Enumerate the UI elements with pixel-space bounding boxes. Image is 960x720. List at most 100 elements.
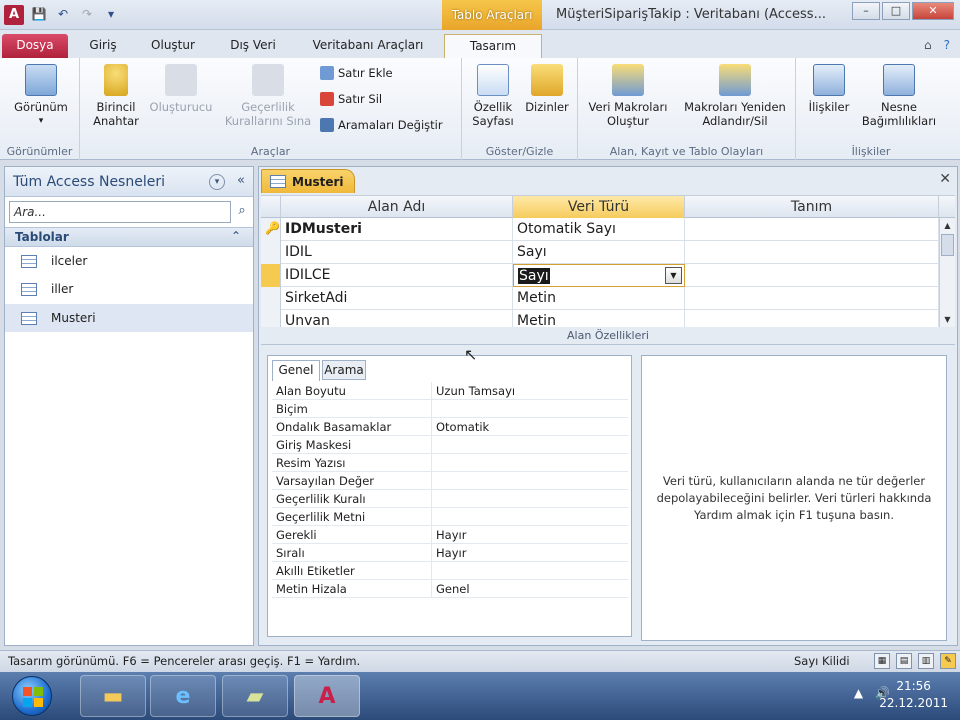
tab-database-tools[interactable]: Veritabanı Araçları bbox=[300, 34, 436, 58]
data-type-cell[interactable]: Sayı bbox=[513, 241, 685, 264]
rename-delete-macro-button[interactable]: Makroları Yeniden Adlandır/Sil bbox=[676, 64, 794, 128]
nav-menu-chevron-icon[interactable]: ▾ bbox=[209, 174, 225, 190]
description-cell[interactable] bbox=[685, 218, 939, 241]
property-value[interactable]: Otomatik bbox=[432, 418, 628, 435]
customize-icon[interactable]: ▾ bbox=[102, 5, 120, 23]
tab-design[interactable]: Tasarım bbox=[444, 34, 542, 58]
property-row[interactable]: Resim Yazısı bbox=[272, 454, 628, 472]
help-icon[interactable]: ? bbox=[944, 38, 950, 52]
tab-file[interactable]: Dosya bbox=[2, 34, 68, 58]
description-cell[interactable] bbox=[685, 264, 939, 287]
property-value[interactable] bbox=[432, 436, 628, 453]
minimize-ribbon-icon[interactable]: ⌂ bbox=[924, 38, 932, 52]
property-row[interactable]: Varsayılan Değer bbox=[272, 472, 628, 490]
pivot-chart-view-icon[interactable]: ▥ bbox=[918, 653, 934, 669]
property-value[interactable]: Hayır bbox=[432, 544, 628, 561]
design-view-icon[interactable]: ✎ bbox=[940, 653, 956, 669]
field-name-cell[interactable]: IDMusteri bbox=[281, 218, 513, 241]
nav-title[interactable]: Tüm Access Nesneleri bbox=[13, 174, 165, 190]
table-row[interactable]: Unvan Metin bbox=[261, 310, 955, 327]
datasheet-view-icon[interactable]: ▦ bbox=[874, 653, 890, 669]
property-row[interactable]: Akıllı Etiketler bbox=[272, 562, 628, 580]
description-cell[interactable] bbox=[685, 310, 939, 327]
pivot-table-view-icon[interactable]: ▤ bbox=[896, 653, 912, 669]
app-taskbar-button[interactable]: ▰ bbox=[222, 675, 288, 717]
nav-group-tables[interactable]: Tablolar ⌃ bbox=[5, 227, 253, 247]
property-row[interactable]: Geçerlilik Kuralı bbox=[272, 490, 628, 508]
close-document-icon[interactable]: ✕ bbox=[939, 171, 951, 187]
property-value[interactable] bbox=[432, 472, 628, 489]
property-value[interactable] bbox=[432, 400, 628, 417]
relationships-button[interactable]: İlişkiler bbox=[802, 64, 856, 114]
nav-search-input[interactable]: Ara... bbox=[9, 201, 231, 223]
row-selector[interactable]: 🔑 bbox=[261, 218, 281, 241]
save-icon[interactable]: 💾 bbox=[30, 5, 48, 23]
col-header-description[interactable]: Tanım bbox=[685, 196, 939, 218]
scroll-up-icon[interactable]: ▲ bbox=[940, 218, 955, 234]
property-row[interactable]: Biçim bbox=[272, 400, 628, 418]
grid-scrollbar[interactable]: ▲ ▼ bbox=[939, 218, 955, 327]
row-selector-current[interactable] bbox=[261, 264, 281, 287]
property-row[interactable]: Sıralı Hayır bbox=[272, 544, 628, 562]
tab-create[interactable]: Oluştur bbox=[140, 34, 206, 58]
nav-item-iller[interactable]: iller bbox=[5, 275, 253, 303]
access-app-icon[interactable]: A bbox=[4, 5, 24, 25]
start-button[interactable] bbox=[12, 676, 52, 716]
field-name-cell[interactable]: IDIL bbox=[281, 241, 513, 264]
row-selector[interactable] bbox=[261, 241, 281, 264]
nav-item-ilceler[interactable]: ilceler bbox=[5, 247, 253, 275]
explorer-taskbar-button[interactable]: ▬ bbox=[80, 675, 146, 717]
col-header-field-name[interactable]: Alan Adı bbox=[281, 196, 513, 218]
data-type-cell[interactable]: Metin bbox=[513, 310, 685, 327]
field-name-cell[interactable]: Unvan bbox=[281, 310, 513, 327]
property-value[interactable]: Genel bbox=[432, 580, 628, 597]
search-icon[interactable]: ⌕ bbox=[233, 203, 251, 221]
minimize-button[interactable]: – bbox=[852, 2, 880, 20]
tab-lookup[interactable]: Arama bbox=[322, 360, 366, 380]
indexes-button[interactable]: Dizinler bbox=[520, 64, 574, 114]
maximize-button[interactable]: □ bbox=[882, 2, 910, 20]
builder-button[interactable]: Oluşturucu bbox=[146, 64, 216, 114]
show-hidden-icons-icon[interactable]: ▲ bbox=[854, 686, 863, 700]
field-name-cell[interactable]: SirketAdi bbox=[281, 287, 513, 310]
modify-lookups-button[interactable]: Aramaları Değiştir bbox=[320, 118, 443, 132]
property-row[interactable]: Metin Hizala Genel bbox=[272, 580, 628, 598]
data-type-cell[interactable]: Metin bbox=[513, 287, 685, 310]
col-header-data-type[interactable]: Veri Türü bbox=[513, 196, 685, 218]
property-row[interactable]: Giriş Maskesi bbox=[272, 436, 628, 454]
undo-icon[interactable]: ↶ bbox=[54, 5, 72, 23]
table-row[interactable]: IDIL Sayı bbox=[261, 241, 955, 264]
property-value[interactable] bbox=[432, 454, 628, 471]
document-tab-musteri[interactable]: Musteri bbox=[261, 169, 355, 193]
clock[interactable]: 21:56 22.12.2011 bbox=[879, 678, 948, 712]
property-sheet-button[interactable]: Özellik Sayfası bbox=[466, 64, 520, 128]
row-selector[interactable] bbox=[261, 310, 281, 327]
data-type-dropdown[interactable]: Sayı ▼ bbox=[513, 264, 685, 287]
property-value[interactable]: Hayır bbox=[432, 526, 628, 543]
scroll-thumb[interactable] bbox=[941, 234, 954, 256]
redo-icon[interactable]: ↷ bbox=[78, 5, 96, 23]
close-button[interactable]: ✕ bbox=[912, 2, 954, 20]
description-cell[interactable] bbox=[685, 241, 939, 264]
primary-key-button[interactable]: Birincil Anahtar bbox=[86, 64, 146, 128]
property-row[interactable]: Ondalık Basamaklar Otomatik bbox=[272, 418, 628, 436]
delete-rows-button[interactable]: Satır Sil bbox=[320, 92, 382, 106]
tab-home[interactable]: Giriş bbox=[78, 34, 128, 58]
property-row[interactable]: Gerekli Hayır bbox=[272, 526, 628, 544]
table-row[interactable]: IDILCE Sayı ▼ bbox=[261, 264, 955, 287]
table-row[interactable]: SirketAdi Metin bbox=[261, 287, 955, 310]
table-row[interactable]: 🔑 IDMusteri Otomatik Sayı bbox=[261, 218, 955, 241]
nav-item-musteri[interactable]: Musteri bbox=[5, 304, 253, 332]
access-taskbar-button[interactable]: A bbox=[294, 675, 360, 717]
tab-general[interactable]: Genel bbox=[272, 360, 320, 381]
property-value[interactable] bbox=[432, 490, 628, 507]
description-cell[interactable] bbox=[685, 287, 939, 310]
row-selector[interactable] bbox=[261, 287, 281, 310]
tab-external-data[interactable]: Dış Veri bbox=[220, 34, 286, 58]
property-value[interactable] bbox=[432, 562, 628, 579]
property-value[interactable] bbox=[432, 508, 628, 525]
property-value[interactable]: Uzun Tamsayı bbox=[432, 382, 628, 399]
collapse-group-icon[interactable]: ⌃ bbox=[231, 229, 241, 243]
dropdown-arrow-icon[interactable]: ▼ bbox=[665, 267, 682, 284]
create-data-macros-button[interactable]: Veri Makroları Oluştur bbox=[582, 64, 674, 128]
